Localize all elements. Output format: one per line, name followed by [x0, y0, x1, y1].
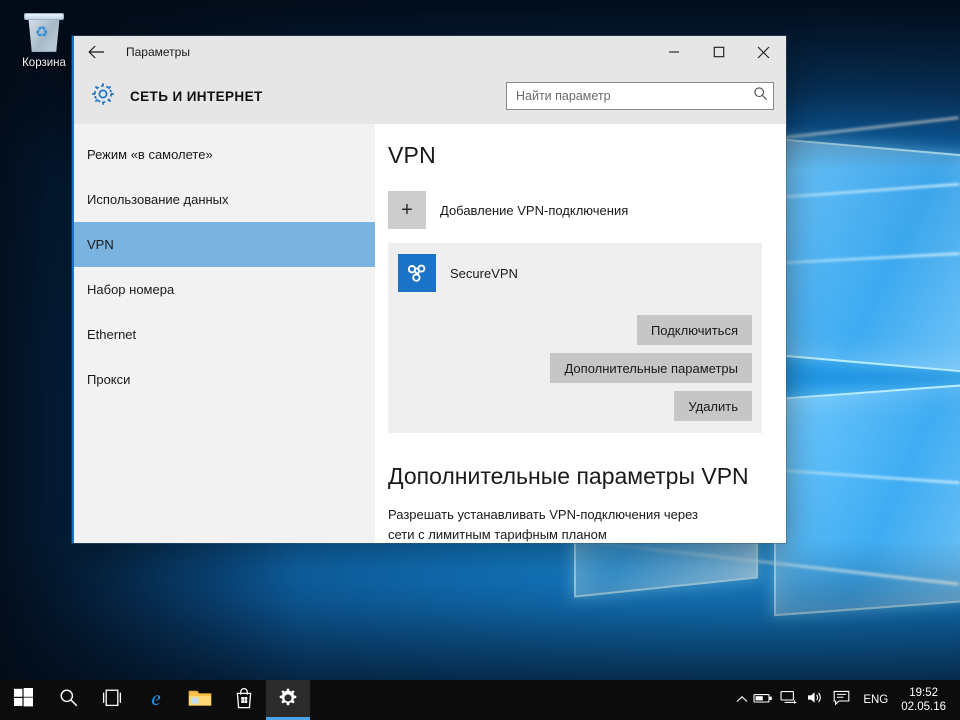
back-button[interactable]	[74, 36, 118, 68]
close-button[interactable]	[741, 36, 786, 68]
settings-button[interactable]	[266, 680, 310, 720]
add-vpn-connection-row[interactable]: + Добавление VPN-подключения	[388, 187, 786, 233]
search-button[interactable]	[747, 83, 773, 109]
start-button[interactable]	[0, 680, 46, 720]
remove-button[interactable]: Удалить	[674, 391, 752, 421]
recycle-bin-icon: ♻	[21, 12, 67, 54]
settings-window: Параметры	[72, 36, 786, 543]
clock[interactable]: 19:52 02.05.16	[897, 680, 956, 720]
add-vpn-connection-label: Добавление VPN-подключения	[440, 203, 628, 218]
sidebar-item-proxy[interactable]: Прокси	[74, 357, 375, 402]
advanced-section-description: Разрешать устанавливать VPN-подключения …	[388, 505, 728, 543]
search-button[interactable]	[46, 680, 90, 720]
search-input[interactable]	[507, 83, 747, 109]
sidebar-item-airplane-mode[interactable]: Режим «в самолете»	[74, 132, 375, 177]
settings-content: VPN + Добавление VPN-подключения	[375, 124, 786, 543]
vpn-profile-card[interactable]: SecureVPN Подключиться Дополнительные па…	[388, 243, 762, 433]
action-center-icon	[833, 690, 850, 711]
desktop: ♻ Корзина Параметры	[0, 0, 960, 720]
window-controls	[651, 36, 786, 68]
clock-date: 02.05.16	[901, 700, 946, 714]
task-view-icon	[101, 689, 123, 712]
folder-icon	[188, 688, 212, 713]
battery-button[interactable]	[750, 680, 776, 720]
sidebar-item-vpn[interactable]: VPN	[74, 222, 375, 267]
chevron-up-icon	[736, 691, 748, 709]
page-title: VPN	[388, 142, 786, 169]
desktop-icon-recycle-bin[interactable]: ♻ Корзина	[8, 8, 80, 70]
network-button[interactable]	[776, 680, 802, 720]
plus-icon[interactable]: +	[388, 191, 426, 229]
battery-icon	[753, 691, 773, 710]
task-view-button[interactable]	[90, 680, 134, 720]
language-indicator[interactable]: ENG	[854, 680, 897, 720]
show-hidden-icons-button[interactable]	[734, 680, 750, 720]
connect-button[interactable]: Подключиться	[637, 315, 752, 345]
settings-category-icon-wrap	[86, 81, 120, 112]
store-bag-icon	[234, 687, 254, 714]
volume-icon	[806, 690, 824, 710]
volume-button[interactable]	[802, 680, 828, 720]
maximize-button[interactable]	[696, 36, 741, 68]
settings-sidebar: Режим «в самолете» Использование данных …	[74, 124, 375, 543]
edge-button[interactable]: e	[134, 680, 178, 720]
search-icon	[59, 688, 78, 712]
settings-search-box[interactable]	[506, 82, 774, 110]
vpn-profile-header: SecureVPN	[398, 253, 752, 293]
gear-icon	[90, 81, 116, 112]
vpn-connection-icon	[398, 254, 436, 292]
settings-category-title: СЕТЬ И ИНТЕРНЕТ	[130, 89, 263, 104]
taskbar: e	[0, 680, 960, 720]
system-tray: ENG 19:52 02.05.16	[734, 680, 960, 720]
file-explorer-button[interactable]	[178, 680, 222, 720]
vpn-profile-name: SecureVPN	[450, 266, 518, 281]
advanced-options-button[interactable]: Дополнительные параметры	[550, 353, 752, 383]
settings-header: СЕТЬ И ИНТЕРНЕТ	[74, 68, 786, 124]
vpn-profile-actions: Подключиться Дополнительные параметры Уд…	[398, 315, 752, 421]
store-button[interactable]	[222, 680, 266, 720]
desktop-icon-label: Корзина	[8, 56, 80, 70]
maximize-icon	[713, 46, 725, 58]
sidebar-item-ethernet[interactable]: Ethernet	[74, 312, 375, 357]
search-icon	[753, 86, 768, 106]
settings-body: Режим «в самолете» Использование данных …	[74, 124, 786, 543]
sidebar-item-data-usage[interactable]: Использование данных	[74, 177, 375, 222]
advanced-section-title: Дополнительные параметры VPN	[388, 463, 786, 490]
back-arrow-icon	[88, 45, 105, 59]
close-icon	[757, 46, 770, 59]
taskbar-spacer	[310, 680, 734, 720]
window-title: Параметры	[126, 45, 190, 59]
network-icon	[780, 690, 798, 710]
minimize-icon	[668, 46, 680, 58]
action-center-button[interactable]	[828, 680, 854, 720]
window-titlebar[interactable]: Параметры	[74, 36, 786, 68]
svg-text:e: e	[151, 686, 160, 710]
windows-logo-icon	[14, 688, 33, 712]
clock-time: 19:52	[909, 686, 938, 700]
gear-icon	[278, 688, 298, 713]
sidebar-item-dial-up[interactable]: Набор номера	[74, 267, 375, 312]
edge-icon: e	[144, 686, 168, 715]
minimize-button[interactable]	[651, 36, 696, 68]
